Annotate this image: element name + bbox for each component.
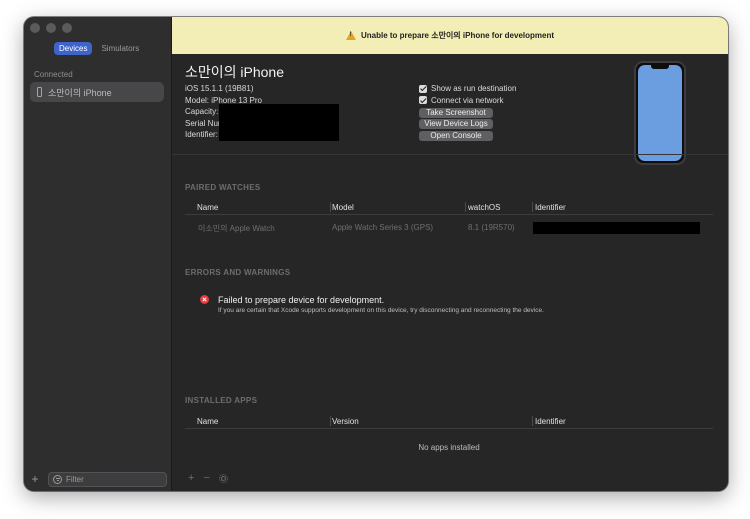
error-message: Failed to prepare device for development… <box>218 295 385 305</box>
run-destination-option[interactable]: Show as run destination <box>419 83 516 95</box>
column-separator <box>465 202 466 212</box>
sidebar-footer: + Filter <box>30 471 167 487</box>
connect-network-checkbox[interactable] <box>419 96 427 105</box>
sidebar-device-label: 소만이의 iPhone <box>48 87 112 98</box>
redacted-info-block <box>219 104 339 141</box>
paired-watches-title: PAIRED WATCHES <box>185 183 261 192</box>
filter-field[interactable]: Filter <box>48 471 167 487</box>
connect-network-option[interactable]: Connect via network <box>419 95 516 107</box>
devices-window: Devices Simulators Connected 소만이의 iPhone… <box>24 17 728 491</box>
table-row[interactable]: 이소민의 Apple Watch Apple Watch Series 3 (G… <box>185 215 713 238</box>
column-name[interactable]: Name <box>197 417 218 426</box>
iphone-icon <box>37 87 42 97</box>
warning-banner-text: Unable to prepare 소만이의 iPhone for develo… <box>360 31 555 40</box>
ios-version: iOS 15.1.1 (19B81) <box>185 84 254 93</box>
installed-apps-table[interactable]: Name Version Identifier No apps installe… <box>185 413 713 452</box>
sidebar-item-device[interactable]: 소만이의 iPhone <box>30 82 164 102</box>
column-name[interactable]: Name <box>197 203 218 212</box>
device-options: Show as run destination Connect via netw… <box>419 83 516 141</box>
warning-banner: Unable to prepare 소만이의 iPhone for develo… <box>172 17 728 54</box>
view-device-logs-button[interactable]: View Device Logs <box>419 119 493 129</box>
run-destination-checkbox[interactable] <box>419 84 427 93</box>
column-identifier[interactable]: Identifier <box>535 417 566 426</box>
sidebar: Devices Simulators Connected 소만이의 iPhone… <box>24 17 172 491</box>
header-divider <box>172 154 728 155</box>
table-header: Name Model watchOS Identifier <box>185 199 713 215</box>
apps-toolbar: + − <box>188 472 228 484</box>
gear-icon[interactable] <box>218 473 228 483</box>
device-title: 소만이의 iPhone <box>185 64 285 80</box>
paired-watches-table[interactable]: Name Model watchOS Identifier 이소민의 Apple… <box>185 199 713 238</box>
column-watchos[interactable]: watchOS <box>468 203 500 212</box>
devices-simulators-switch: Devices Simulators <box>54 42 144 55</box>
watch-name: 이소민의 Apple Watch <box>198 224 275 233</box>
connected-section-label: Connected <box>34 70 73 79</box>
window-controls <box>30 23 72 33</box>
errors-title: ERRORS AND WARNINGS <box>185 268 291 277</box>
column-model[interactable]: Model <box>332 203 354 212</box>
filter-placeholder: Filter <box>66 474 84 484</box>
warning-icon <box>345 31 356 40</box>
connect-network-label: Connect via network <box>431 95 504 105</box>
tab-simulators[interactable]: Simulators <box>96 42 144 55</box>
column-separator <box>330 202 331 212</box>
iphone-image <box>634 61 686 165</box>
open-console-button[interactable]: Open Console <box>419 130 493 141</box>
installed-apps-title: INSTALLED APPS <box>185 396 258 405</box>
table-header: Name Version Identifier <box>185 413 713 429</box>
iphone-notch <box>651 65 669 69</box>
column-separator <box>532 202 533 212</box>
error-detail: If you are certain that Xcode supports d… <box>218 307 544 314</box>
error-icon <box>200 295 209 304</box>
iphone-screen <box>638 65 682 161</box>
no-apps-message: No apps installed <box>418 443 480 452</box>
watch-os: 8.1 (19R570) <box>468 223 515 232</box>
redacted-identifier <box>533 222 700 234</box>
device-detail-pane: Unable to prepare 소만이의 iPhone for develo… <box>172 17 728 491</box>
tab-devices[interactable]: Devices <box>54 42 93 55</box>
run-destination-label: Show as run destination <box>431 84 517 94</box>
close-window-button[interactable] <box>30 23 40 33</box>
column-separator <box>330 416 331 426</box>
watch-model: Apple Watch Series 3 (GPS) <box>332 223 434 232</box>
minimize-window-button[interactable] <box>46 23 56 33</box>
column-separator <box>532 416 533 426</box>
add-device-button[interactable]: + <box>30 473 40 485</box>
take-screenshot-button[interactable]: Take Screenshot <box>419 107 493 118</box>
filter-icon <box>53 474 62 484</box>
column-version[interactable]: Version <box>332 417 359 426</box>
column-identifier[interactable]: Identifier <box>535 203 566 212</box>
remove-app-button[interactable]: − <box>203 472 209 484</box>
zoom-window-button[interactable] <box>62 23 72 33</box>
add-app-button[interactable]: + <box>188 472 194 484</box>
